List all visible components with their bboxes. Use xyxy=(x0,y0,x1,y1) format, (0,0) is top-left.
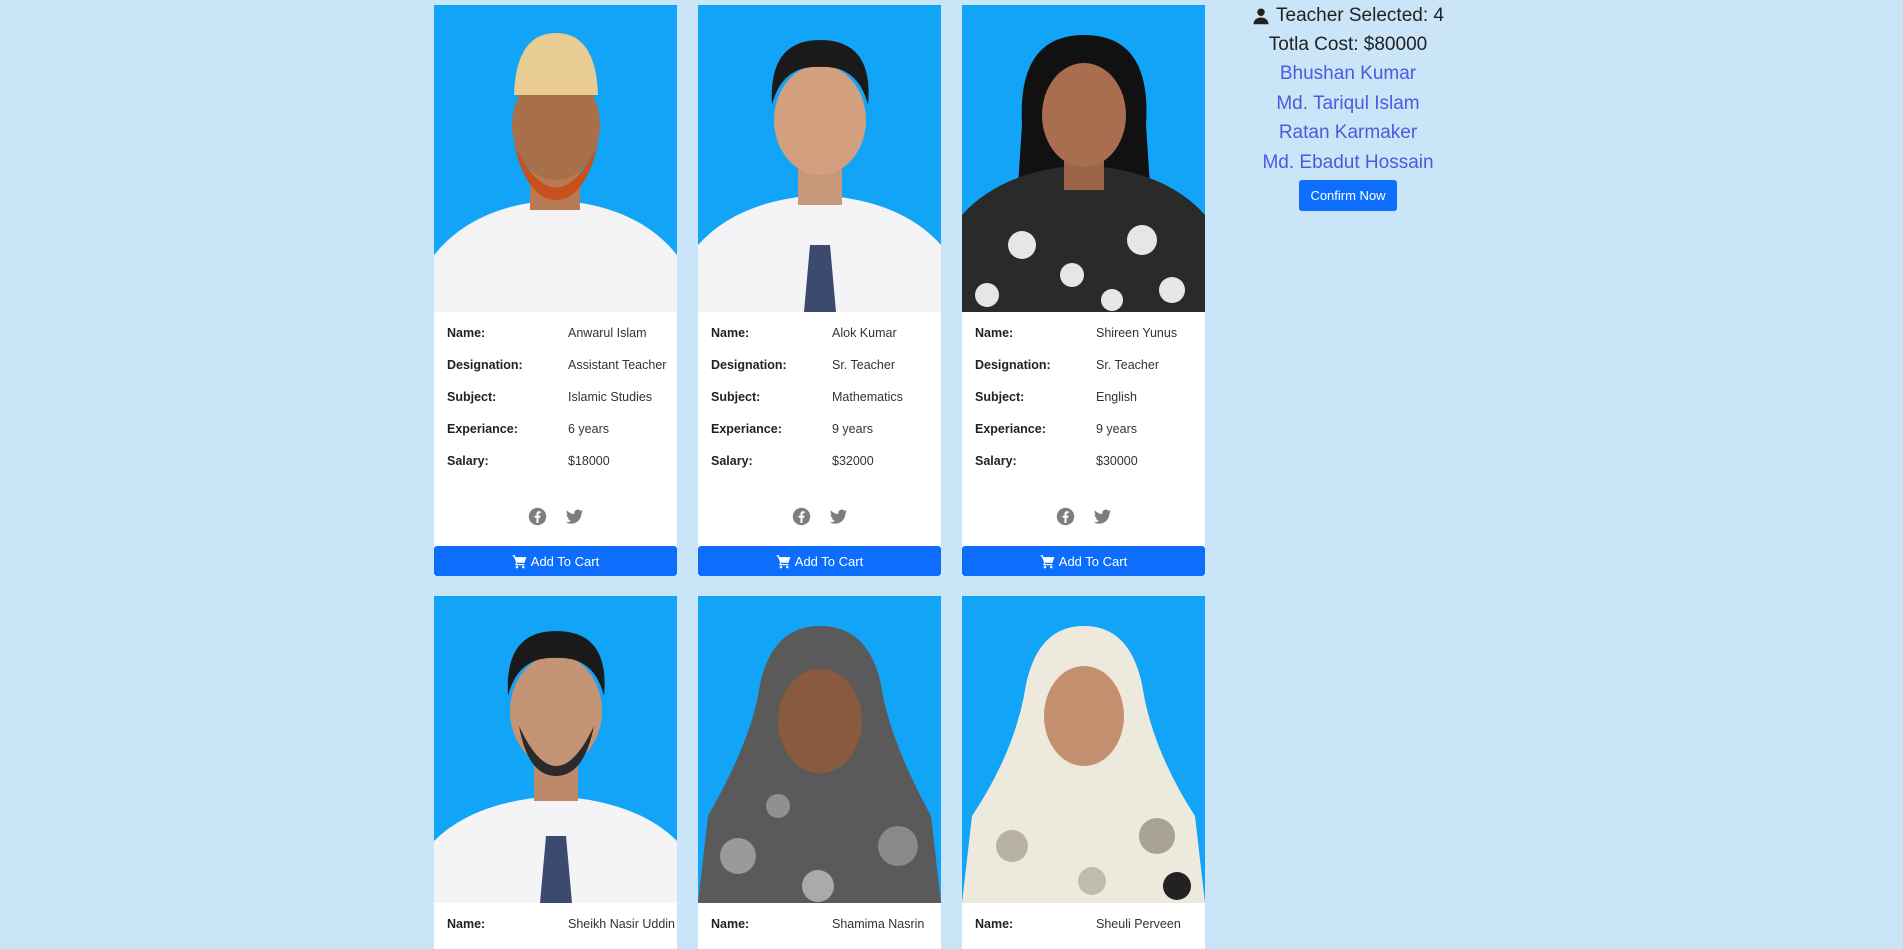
designation-value: Sr. Teacher xyxy=(832,358,896,372)
name-label: Name: xyxy=(711,917,750,931)
teacher-photo xyxy=(698,5,941,312)
salary-label: Salary: xyxy=(447,454,489,468)
facebook-icon[interactable] xyxy=(1056,507,1075,526)
twitter-icon[interactable] xyxy=(1093,507,1112,526)
social-links xyxy=(434,486,677,546)
confirm-now-button[interactable]: Confirm Now xyxy=(1299,180,1397,211)
teacher-card: Name: Shireen Yunus Designation: Sr. Teach… xyxy=(962,5,1205,576)
experience-value: 6 years xyxy=(568,422,609,436)
name-value: Sheikh Nasir Uddin xyxy=(568,917,675,931)
experience-value: 9 years xyxy=(832,422,873,436)
designation-label: Designation: xyxy=(711,358,787,372)
cart-item-name: Ratan Karmaker xyxy=(1278,122,1418,143)
name-value: Shireen Yunus xyxy=(1096,326,1178,340)
subject-value: Mathematics xyxy=(832,390,903,404)
salary-label: Salary: xyxy=(975,454,1017,468)
salary-value: $18000 xyxy=(568,454,610,468)
experience-label: Experiance: xyxy=(711,422,782,436)
user-icon xyxy=(1253,8,1269,25)
add-to-cart-label: Add To Cart xyxy=(1058,553,1128,569)
teacher-photo xyxy=(434,5,677,312)
teacher-photo xyxy=(962,5,1205,312)
add-to-cart-button[interactable]: Add To Cart xyxy=(962,546,1205,576)
add-to-cart-button[interactable]: Add To Cart xyxy=(434,546,677,576)
teacher-selected-count: Teacher Selected: 4 xyxy=(1220,2,1476,30)
subject-value: English xyxy=(1096,390,1137,404)
cart-item-name: Md. Ebadut Hossain xyxy=(1262,151,1434,173)
salary-value: $30000 xyxy=(1096,454,1138,468)
add-to-cart-label: Add To Cart xyxy=(794,553,864,569)
twitter-icon[interactable] xyxy=(829,507,848,526)
name-value: Alok Kumar xyxy=(832,326,897,340)
name-value: Shamima Nasrin xyxy=(832,917,925,931)
teacher-photo xyxy=(962,596,1205,903)
designation-label: Designation: xyxy=(447,358,523,372)
total-cost: Totla Cost: $80000 xyxy=(1268,34,1428,55)
teacher-selected-label: Teacher Selected: 4 xyxy=(1276,5,1444,26)
teacher-photo xyxy=(698,596,941,903)
facebook-icon[interactable] xyxy=(528,507,547,526)
name-label: Name: xyxy=(447,917,486,931)
name-label: Name: xyxy=(975,917,1014,931)
cart-item-name: Md. Tariqul Islam xyxy=(1276,92,1420,114)
social-links xyxy=(698,486,941,546)
designation-label: Designation: xyxy=(975,358,1051,372)
teacher-card: Name: Alok Kumar Designation: Sr. Teacher … xyxy=(698,5,941,576)
name-label: Name: xyxy=(711,326,750,340)
teacher-card: Name: Anwarul Islam Designation: Assistant… xyxy=(434,5,677,576)
name-value: Sheuli Perveen xyxy=(1096,917,1181,931)
facebook-icon[interactable] xyxy=(792,507,811,526)
name-label: Name: xyxy=(975,326,1014,340)
designation-value: Assistant Teacher xyxy=(568,358,667,372)
name-label: Name: xyxy=(447,326,486,340)
designation-value: Sr. Teacher xyxy=(1096,358,1160,372)
subject-value: Islamic Studies xyxy=(568,390,653,404)
social-links xyxy=(962,486,1205,546)
teacher-card: Name: Sheikh Nasir Uddin xyxy=(434,596,677,949)
subject-label: Subject: xyxy=(447,390,497,404)
teacher-photo xyxy=(434,596,677,903)
teacher-card: Name: Shamima Nasrin xyxy=(698,596,941,949)
salary-value: $32000 xyxy=(832,454,874,468)
twitter-icon[interactable] xyxy=(565,507,584,526)
experience-value: 9 years xyxy=(1096,422,1137,436)
experience-label: Experiance: xyxy=(975,422,1046,436)
experience-label: Experiance: xyxy=(447,422,518,436)
salary-label: Salary: xyxy=(711,454,753,468)
subject-label: Subject: xyxy=(975,390,1025,404)
teacher-card: Name: Sheuli Perveen xyxy=(962,596,1205,949)
cart-summary: Teacher Selected: 4 Totla Cost: $80000 B… xyxy=(1220,0,1476,211)
cart-icon xyxy=(512,554,527,568)
cart-icon xyxy=(1040,554,1055,568)
add-to-cart-button[interactable]: Add To Cart xyxy=(698,546,941,576)
cart-icon xyxy=(776,554,791,568)
subject-label: Subject: xyxy=(711,390,761,404)
add-to-cart-label: Add To Cart xyxy=(530,553,600,569)
cart-item-name: Bhushan Kumar xyxy=(1279,63,1417,84)
name-value: Anwarul Islam xyxy=(568,326,647,340)
